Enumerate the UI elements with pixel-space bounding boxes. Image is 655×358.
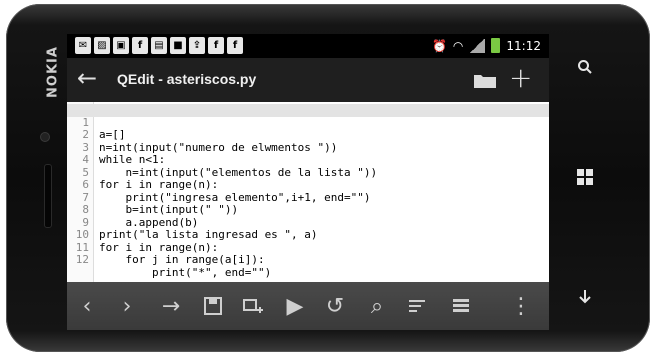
- image-icon: ▨: [94, 37, 110, 54]
- alarm-icon: ⏰: [431, 38, 447, 53]
- code-line[interactable]: 6 print("ingresa elemento",i+1, end=""): [67, 167, 370, 203]
- code-text: b=int(input(" ")): [99, 203, 239, 216]
- screen: ✉ ▨ ▣ f ▤ ■ ⇪ f f ⏰ ◠ 11:12 ← QEdit - as…: [67, 34, 549, 330]
- facebook-icon: f: [208, 37, 224, 54]
- back-arrow-icon[interactable]: ←: [77, 64, 97, 92]
- save-icon[interactable]: [199, 292, 227, 320]
- code-line[interactable]: 4 n=int(input("elementos de la lista ")): [67, 142, 377, 178]
- folder-icon[interactable]: [473, 72, 497, 89]
- page-title: QEdit - asteriscos.py: [117, 71, 257, 87]
- chevron-right-icon[interactable]: ›: [113, 292, 141, 320]
- code-line[interactable]: 10 for i in range(n):: [67, 217, 218, 253]
- format-icon[interactable]: [403, 292, 431, 320]
- code-line[interactable]: 3 while n<1:: [67, 129, 165, 166]
- arrow-right-icon[interactable]: →: [157, 292, 185, 320]
- action-bar: ← QEdit - asteriscos.py +: [67, 58, 549, 102]
- upload-icon: ⇪: [189, 37, 205, 54]
- code-line[interactable]: 7 b=int(input(" ")): [67, 179, 238, 216]
- list-icon[interactable]: [447, 292, 475, 320]
- add-icon[interactable]: +: [509, 61, 532, 94]
- notification-icons: ✉ ▨ ▣ f ▤ ■ ⇪ f f: [75, 37, 243, 54]
- insert-icon[interactable]: [239, 292, 267, 320]
- facebook-icon: f: [132, 37, 148, 54]
- code-line[interactable]: 5 for i in range(n):: [67, 154, 218, 191]
- code-line[interactable]: 1 a=[]: [67, 104, 549, 141]
- more-vertical-icon[interactable]: ⋮: [507, 292, 535, 320]
- chevron-left-icon[interactable]: ‹: [73, 292, 101, 320]
- status-right: ⏰ ◠ 11:12: [432, 38, 541, 53]
- status-bar: ✉ ▨ ▣ f ▤ ■ ⇪ f f ⏰ ◠ 11:12: [67, 34, 549, 58]
- code-line[interactable]: 11 for j in range(a[i]):: [67, 229, 265, 266]
- code-text: print("la lista ingresad es ", a): [99, 228, 318, 241]
- code-line[interactable]: 2 n=int(input("numero de elwmentos ")): [67, 117, 337, 153]
- camera-lens: [40, 132, 50, 142]
- code-editor[interactable]: 1 a=[] 2 n=int(input("numero de elwmento…: [67, 102, 549, 282]
- arrow-down-icon[interactable]: [568, 280, 602, 314]
- windows-icon[interactable]: [568, 160, 602, 194]
- facebook-icon: f: [227, 37, 243, 54]
- wifi-icon: ◠: [452, 38, 464, 53]
- code-text: while n<1:: [99, 153, 166, 166]
- code-line[interactable]: 12 print("*", end=""): [67, 242, 271, 278]
- brand-logo: NOKIA: [45, 46, 61, 98]
- sim-icon: ▤: [151, 37, 167, 54]
- app-icon: ■: [170, 37, 186, 54]
- code-text: for i in range(n):: [99, 178, 219, 191]
- undo-icon[interactable]: ↺: [321, 292, 349, 320]
- hardware-button-column: [556, 34, 616, 330]
- clock: 11:12: [506, 38, 541, 53]
- code-text: for j in range(a[i]):: [99, 253, 265, 266]
- signal-icon: [469, 38, 486, 53]
- mail-icon: ✉: [75, 37, 91, 54]
- search-icon[interactable]: [568, 50, 602, 84]
- bottom-toolbar: ‹ › → ▶ ↺ ⌕ ⋮: [67, 282, 549, 330]
- code-text: print("*", end=""): [99, 265, 272, 279]
- play-icon[interactable]: ▶: [281, 292, 309, 320]
- search-icon[interactable]: ⌕: [363, 292, 391, 320]
- code-line[interactable]: 9 print("la lista ingresad es ", a): [67, 204, 317, 241]
- line-number: 12: [75, 253, 89, 266]
- code-line[interactable]: 8 a.append(b): [67, 192, 198, 228]
- picture-icon: ▣: [113, 37, 129, 54]
- speaker-grille: [44, 164, 52, 228]
- battery-icon: [491, 38, 501, 53]
